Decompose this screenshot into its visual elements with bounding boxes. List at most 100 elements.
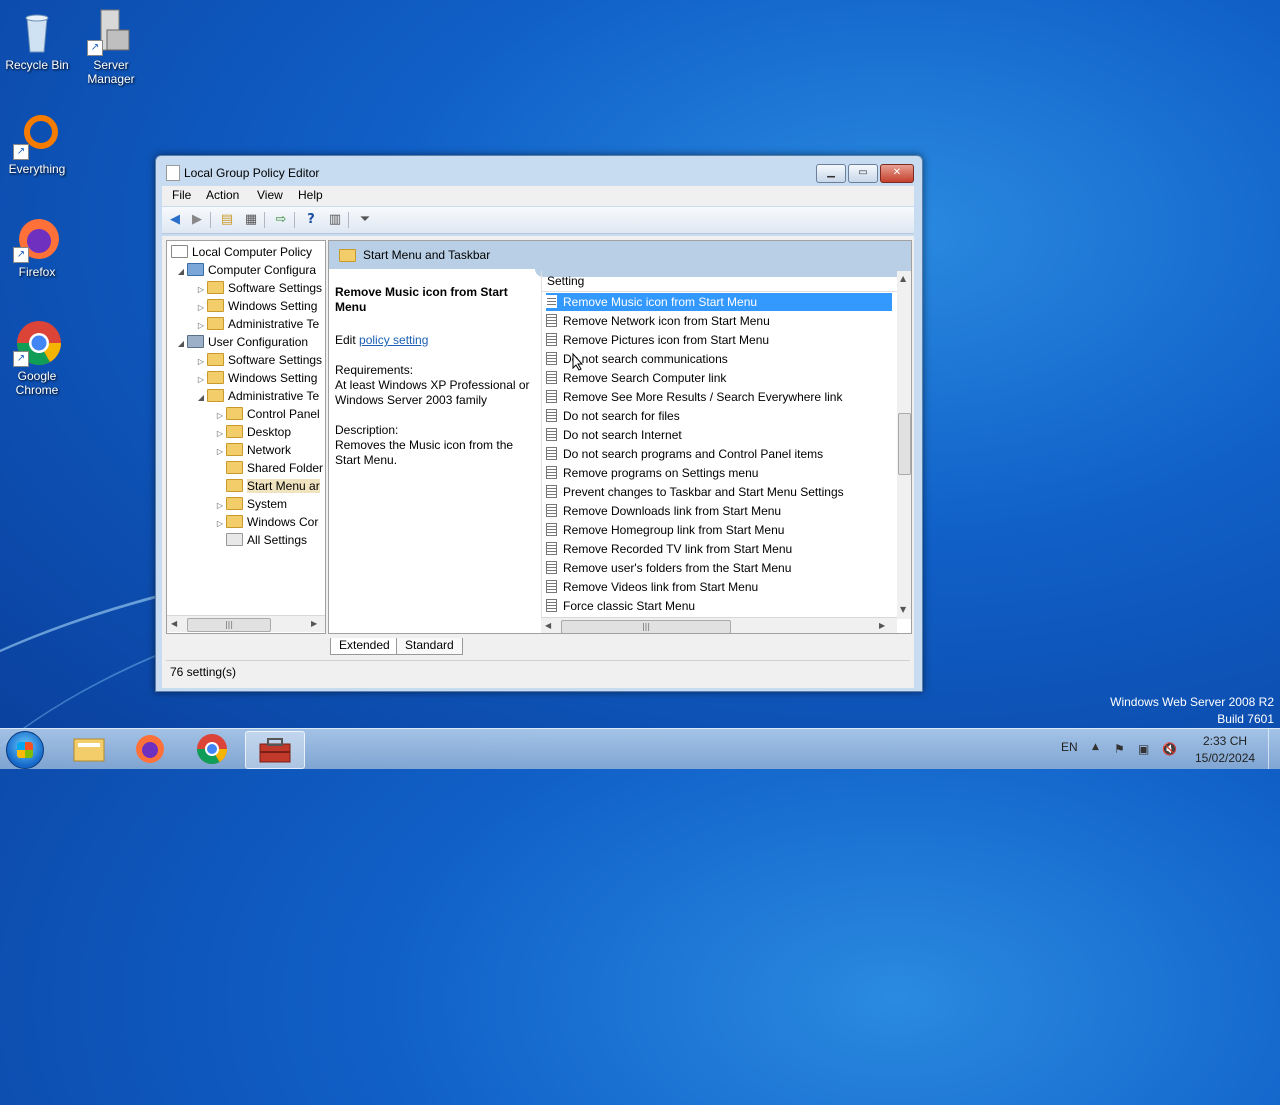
tree-node-control-panel[interactable]: ▷ Control Panel	[214, 405, 320, 423]
back-icon[interactable]: ◀	[166, 211, 184, 229]
tree-node-start-menu-and-taskbar[interactable]: Start Menu ar	[214, 477, 320, 495]
setting-row[interactable]: Force classic Start Menu	[546, 597, 892, 615]
clock-time[interactable]: 2:33 CH	[1203, 734, 1247, 748]
settings-horizontal-scrollbar[interactable]: ◀ ||| ▶	[541, 617, 897, 633]
help-icon[interactable]: ?	[302, 211, 320, 229]
setting-row[interactable]: Do not search communications	[546, 350, 892, 368]
setting-row[interactable]: Remove Search Computer link	[546, 369, 892, 387]
setting-row[interactable]: Prevent changes to Taskbar and Start Men…	[546, 483, 892, 501]
tree-node-user-administrative-templates[interactable]: ◢ Administrative Te	[195, 387, 319, 405]
everything-icon: ↗	[13, 112, 61, 160]
maximize-button[interactable]: ▭	[848, 164, 878, 183]
scroll-up-icon[interactable]: ▲	[900, 274, 906, 283]
scrollbar-thumb[interactable]	[898, 413, 911, 475]
tab-standard[interactable]: Standard	[396, 638, 463, 655]
tree-node-shared-folders[interactable]: Shared Folder	[214, 459, 323, 477]
volume-muted-icon[interactable]: 🔇	[1162, 742, 1177, 756]
setting-label: Remove Videos link from Start Menu	[563, 580, 759, 594]
tree-node-all-settings[interactable]: All Settings	[214, 531, 307, 549]
action-center-flag-icon[interactable]: ⚑	[1114, 742, 1125, 756]
taskbar-chrome[interactable]	[183, 731, 241, 767]
setting-row[interactable]: Remove Pictures icon from Start Menu	[546, 331, 892, 349]
setting-row[interactable]: Remove Recorded TV link from Start Menu	[546, 540, 892, 558]
menu-file[interactable]: File	[172, 188, 191, 202]
filter-icon[interactable]: ⏷	[356, 211, 374, 229]
desktop-icon-firefox[interactable]: ↗ Firefox	[1, 215, 73, 279]
setting-row[interactable]: Do not search Internet	[546, 426, 892, 444]
tree-node-network[interactable]: ▷ Network	[214, 441, 291, 459]
show-hide-tree-icon[interactable]: ▦	[242, 211, 260, 229]
tree-node-desktop[interactable]: ▷ Desktop	[214, 423, 291, 441]
minimize-button[interactable]: ▁	[816, 164, 846, 183]
setting-row[interactable]: Remove user's folders from the Start Men…	[546, 559, 892, 577]
tree-node-user-configuration[interactable]: ◢ User Configuration	[175, 333, 308, 351]
menu-view[interactable]: View	[257, 188, 283, 202]
folder-icon	[207, 317, 224, 330]
setting-row[interactable]: Remove Network icon from Start Menu	[546, 312, 892, 330]
tree-node-software-settings[interactable]: ▷ Software Settings	[195, 279, 322, 297]
show-hidden-icons-icon[interactable]: ▲	[1092, 742, 1099, 752]
taskbar-group-policy-editor[interactable]	[245, 731, 305, 769]
scroll-left-icon[interactable]: ◀	[171, 619, 177, 628]
setting-row[interactable]: Remove Videos link from Start Menu	[546, 578, 892, 596]
title-bar[interactable]: Local Group Policy Editor ▁ ▭ ✕	[156, 156, 922, 188]
tree-node-user-windows-settings[interactable]: ▷ Windows Setting	[195, 369, 317, 387]
setting-row[interactable]: Do not search for files	[546, 407, 892, 425]
expand-arrow-icon[interactable]: ◢	[175, 263, 187, 281]
setting-label: Remove Recorded TV link from Start Menu	[563, 542, 793, 556]
clock-date[interactable]: 15/02/2024	[1195, 751, 1255, 765]
language-indicator[interactable]: EN	[1061, 740, 1078, 754]
tree-node-computer-configuration[interactable]: ◢ Computer Configura	[175, 261, 316, 279]
setting-row[interactable]: Remove Homegroup link from Start Menu	[546, 521, 892, 539]
policy-setting-icon	[546, 333, 557, 346]
scroll-down-icon[interactable]: ▼	[900, 605, 906, 614]
scroll-right-icon[interactable]: ▶	[879, 621, 885, 630]
close-button[interactable]: ✕	[880, 164, 914, 183]
scroll-left-icon[interactable]: ◀	[545, 621, 551, 630]
taskbar-firefox[interactable]	[121, 731, 179, 767]
setting-row[interactable]: Do not search programs and Control Panel…	[546, 445, 892, 463]
scroll-right-icon[interactable]: ▶	[311, 619, 317, 628]
show-desktop-button[interactable]	[1268, 729, 1280, 769]
setting-row[interactable]: Remove programs on Settings menu	[546, 464, 892, 482]
scrollbar-thumb[interactable]: |||	[187, 618, 271, 632]
properties-icon[interactable]: ▥	[326, 211, 344, 229]
export-icon[interactable]: ⇨	[272, 211, 290, 229]
os-watermark: Windows Web Server 2008 R2 Build 7601	[1110, 694, 1274, 728]
folder-icon	[226, 515, 243, 528]
setting-row[interactable]: Remove Music icon from Start Menu	[546, 293, 892, 311]
tree-node-windows-components[interactable]: ▷ Windows Cor	[214, 513, 318, 531]
network-icon[interactable]: ▣	[1138, 742, 1149, 756]
setting-row[interactable]: Remove See More Results / Search Everywh…	[546, 388, 892, 406]
scrollbar-thumb[interactable]: |||	[561, 620, 731, 633]
expand-arrow-icon[interactable]: ◢	[175, 335, 187, 353]
folder-icon	[226, 443, 243, 456]
expand-arrow-icon[interactable]: ◢	[195, 389, 207, 407]
tab-extended[interactable]: Extended	[330, 638, 399, 655]
policy-setting-icon	[546, 314, 557, 327]
tree-horizontal-scrollbar[interactable]: ◀ ||| ▶	[167, 615, 325, 632]
toolbar: ◀ ▶ ▤ ▦ ⇨ ? ▥ ⏷	[162, 207, 914, 234]
desktop-icon-recycle-bin[interactable]: Recycle Bin	[1, 8, 73, 72]
tree-node-user-software-settings[interactable]: ▷ Software Settings	[195, 351, 322, 369]
policy-setting-icon	[546, 599, 557, 612]
console-tree: Local Computer Policy ◢ Computer Configur…	[166, 240, 326, 634]
desktop-icon-everything[interactable]: ↗ Everything	[1, 112, 73, 176]
tree-node-local-computer-policy[interactable]: Local Computer Policy	[171, 243, 312, 261]
taskbar-explorer[interactable]	[60, 731, 118, 767]
edit-policy-setting-link[interactable]: policy setting	[359, 333, 428, 347]
menu-action[interactable]: Action	[206, 188, 239, 202]
settings-vertical-scrollbar[interactable]: ▲ ▼	[897, 271, 911, 619]
menu-help[interactable]: Help	[298, 188, 323, 202]
tree-node-system[interactable]: ▷ System	[214, 495, 287, 513]
extended-description: Remove Music icon from Start Menu Edit p…	[335, 285, 533, 468]
setting-row[interactable]: Remove Downloads link from Start Menu	[546, 502, 892, 520]
tree-node-windows-settings[interactable]: ▷ Windows Setting	[195, 297, 317, 315]
forward-icon[interactable]: ▶	[188, 211, 206, 229]
desktop-icon-server-manager[interactable]: ↗ Server Manager	[75, 8, 147, 86]
desktop-icon-google-chrome[interactable]: ↗ Google Chrome	[1, 319, 73, 397]
start-button[interactable]	[6, 731, 44, 769]
up-folder-icon[interactable]: ▤	[218, 211, 236, 229]
tree-node-administrative-templates[interactable]: ▷ Administrative Te	[195, 315, 319, 333]
column-header-setting[interactable]: Setting	[542, 271, 898, 292]
